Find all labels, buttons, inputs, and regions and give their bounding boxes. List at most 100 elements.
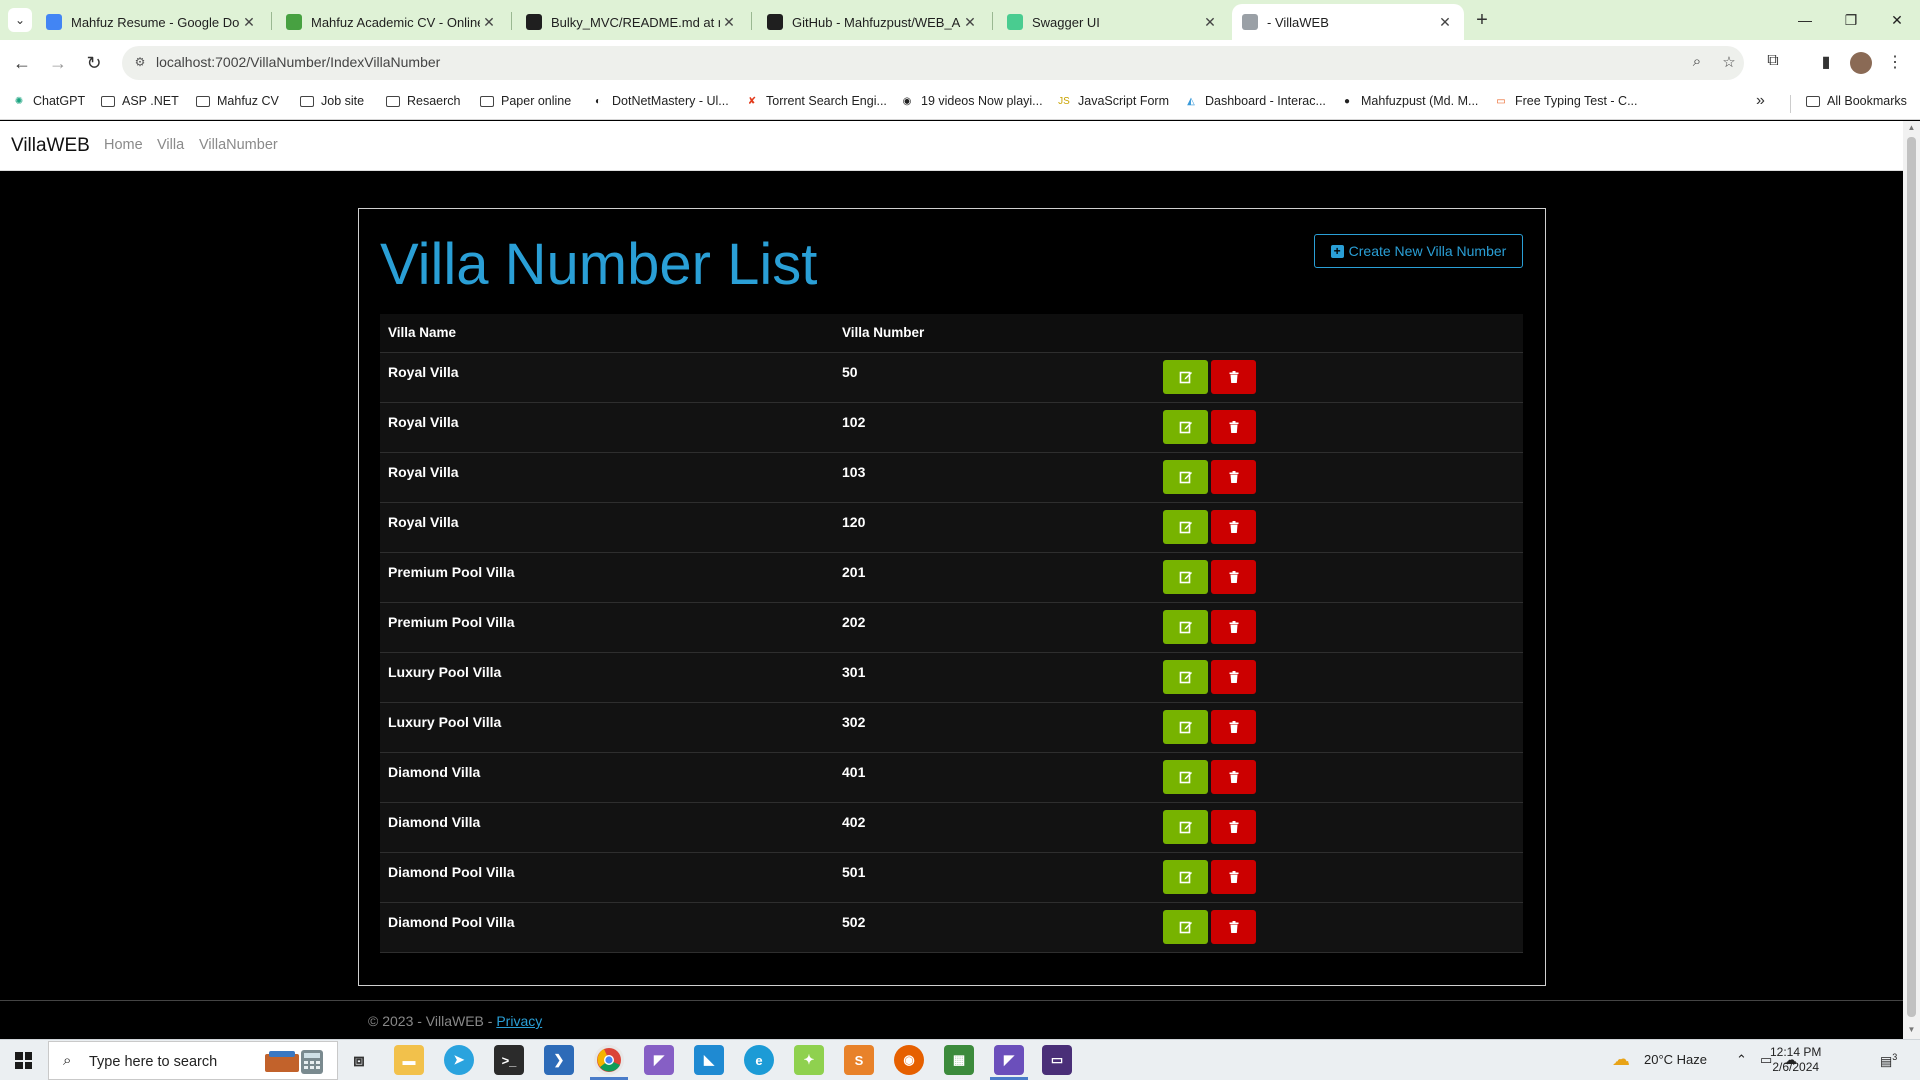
edit-button[interactable] (1163, 759, 1208, 794)
bookmark-item[interactable]: Resaerch (386, 94, 461, 108)
bookmark-item[interactable]: ◐ DotNetMastery - Ul... (591, 94, 729, 108)
tab-close-icon[interactable]: ✕ (961, 14, 979, 31)
task-view-icon[interactable]: ⧈ (344, 1045, 374, 1075)
browser-tab[interactable]: - VillaWEB ✕ (1232, 4, 1464, 40)
nav-link-villanumber[interactable]: VillaNumber (199, 137, 278, 153)
browser-tab[interactable]: GitHub - Mahfuzpust/WEB_API ✕ (757, 4, 989, 40)
edit-button[interactable] (1163, 459, 1208, 494)
forward-icon[interactable]: → (45, 50, 71, 76)
all-bookmarks-button[interactable]: All Bookmarks (1806, 94, 1907, 108)
tab-close-icon[interactable]: ✕ (240, 14, 258, 31)
edit-button[interactable] (1163, 859, 1208, 894)
tab-search-chevron-icon[interactable]: ⌄ (8, 8, 32, 32)
nav-link-villa[interactable]: Villa (157, 137, 184, 153)
bookmark-item[interactable]: JS JavaScript Form (1057, 94, 1169, 108)
browser-tab[interactable]: Mahfuz Academic CV - Online LaTeX✕ (276, 4, 508, 40)
edit-button[interactable] (1163, 609, 1208, 644)
terminal-icon[interactable]: >_ (494, 1045, 524, 1075)
telegram-icon[interactable]: ➤ (444, 1045, 474, 1075)
taskbar-clock[interactable]: 12:14 PM 2/6/2024 (1770, 1045, 1821, 1075)
edit-button[interactable] (1163, 709, 1208, 744)
delete-button[interactable] (1211, 809, 1256, 844)
site-info-icon[interactable]: ⚙ (132, 55, 148, 71)
close-window-button[interactable]: ✕ (1874, 0, 1920, 40)
scroll-thumb[interactable] (1907, 137, 1916, 1017)
scroll-down-arrow-icon[interactable]: ▼ (1907, 1025, 1916, 1034)
reload-icon[interactable]: ↻ (81, 50, 107, 76)
delete-button[interactable] (1211, 409, 1256, 444)
sublime-text-icon[interactable]: S (844, 1045, 874, 1075)
powershell-icon[interactable]: ❯ (544, 1045, 574, 1075)
tray-chevron-icon[interactable]: ⌃ (1736, 1052, 1747, 1068)
scroll-up-arrow-icon[interactable]: ▲ (1907, 123, 1916, 132)
edit-button[interactable] (1163, 509, 1208, 544)
bookmark-item[interactable]: Mahfuz CV (196, 94, 279, 108)
edit-button[interactable] (1163, 359, 1208, 394)
bookmark-item[interactable]: ● Mahfuzpust (Md. M... (1340, 94, 1478, 108)
more-bookmarks-chevron-icon[interactable]: » (1756, 92, 1765, 110)
privacy-link[interactable]: Privacy (496, 1013, 542, 1029)
edit-button[interactable] (1163, 409, 1208, 444)
nav-link-home[interactable]: Home (104, 137, 143, 153)
bookmark-star-icon[interactable]: ☆ (1719, 53, 1739, 73)
delete-button[interactable] (1211, 709, 1256, 744)
browser-tab[interactable]: Mahfuz Resume - Google Docs ✕ (36, 4, 268, 40)
bookmark-item[interactable]: Paper online (480, 94, 571, 108)
delete-button[interactable] (1211, 459, 1256, 494)
side-panel-icon[interactable]: ▮ (1815, 52, 1837, 74)
delete-button[interactable] (1211, 859, 1256, 894)
firefox-icon[interactable]: ◉ (894, 1045, 924, 1075)
bookmark-item[interactable]: ◉ 19 videos Now playi... (900, 94, 1043, 108)
taskbar-search-box[interactable]: ⌕ Type here to search (48, 1041, 338, 1080)
restore-button[interactable]: ❐ (1828, 0, 1874, 40)
tab-close-icon[interactable]: ✕ (1201, 14, 1219, 31)
menu-dots-icon[interactable]: ⋮ (1884, 52, 1906, 74)
browser-tab[interactable]: Bulky_MVC/README.md at new✕ (516, 4, 748, 40)
browser-tab[interactable]: Swagger UI ✕ (997, 4, 1229, 40)
bookmark-item[interactable]: ◭ Dashboard - Interac... (1184, 94, 1326, 108)
page-scrollbar[interactable]: ▲ ▼ (1903, 121, 1920, 1039)
winrar-icon[interactable]: ▦ (944, 1045, 974, 1075)
weather-text[interactable]: 20°C Haze (1644, 1052, 1707, 1067)
url-text[interactable]: localhost:7002/VillaNumber/IndexVillaNum… (156, 54, 440, 70)
file-explorer-icon[interactable]: ▬ (394, 1045, 424, 1075)
bookmark-item[interactable]: ✺ ChatGPT (12, 94, 85, 108)
visual-studio-icon[interactable]: ◤ (644, 1045, 674, 1075)
site-brand[interactable]: VillaWEB (11, 135, 90, 157)
vscode-icon[interactable]: ◣ (694, 1045, 724, 1075)
photos-app-icon[interactable]: ✦ (794, 1045, 824, 1075)
delete-button[interactable] (1211, 359, 1256, 394)
create-villa-number-button[interactable]: + Create New Villa Number (1314, 234, 1523, 268)
extensions-icon[interactable]: ⧉ (1762, 52, 1784, 74)
profile-avatar[interactable] (1850, 52, 1872, 74)
delete-button[interactable] (1211, 659, 1256, 694)
visual-studio-2-icon[interactable]: ◤ (994, 1045, 1024, 1075)
bookmark-item[interactable]: Job site (300, 94, 364, 108)
tab-close-icon[interactable]: ✕ (480, 14, 498, 31)
delete-button[interactable] (1211, 559, 1256, 594)
tab-close-icon[interactable]: ✕ (720, 14, 738, 31)
minimize-button[interactable]: — (1782, 0, 1828, 40)
new-tab-button[interactable]: + (1470, 8, 1494, 32)
tab-close-icon[interactable]: ✕ (1436, 14, 1454, 31)
delete-button[interactable] (1211, 909, 1256, 944)
edit-button[interactable] (1163, 809, 1208, 844)
back-icon[interactable]: ← (9, 50, 35, 76)
bookmark-item[interactable]: ▭ Free Typing Test - C... (1494, 94, 1637, 108)
delete-button[interactable] (1211, 759, 1256, 794)
edge-icon[interactable]: e (744, 1045, 774, 1075)
edit-button[interactable] (1163, 659, 1208, 694)
delete-button[interactable] (1211, 609, 1256, 644)
bookmark-item[interactable]: ✘ Torrent Search Engi... (745, 94, 887, 108)
console-app-icon[interactable]: ▭ (1042, 1045, 1072, 1075)
weather-icon[interactable]: ☁ (1612, 1049, 1630, 1070)
chrome-icon[interactable] (594, 1045, 624, 1075)
address-bar[interactable]: ⚙ localhost:7002/VillaNumber/IndexVillaN… (122, 46, 1744, 80)
windows-start-icon[interactable] (15, 1052, 32, 1069)
notifications-icon[interactable]: ▤3 (1880, 1052, 1897, 1069)
edit-button[interactable] (1163, 559, 1208, 594)
edit-button[interactable] (1163, 909, 1208, 944)
delete-button[interactable] (1211, 509, 1256, 544)
bookmark-item[interactable]: ASP .NET (101, 94, 179, 108)
zoom-icon[interactable]: ⌕ (1687, 53, 1707, 73)
